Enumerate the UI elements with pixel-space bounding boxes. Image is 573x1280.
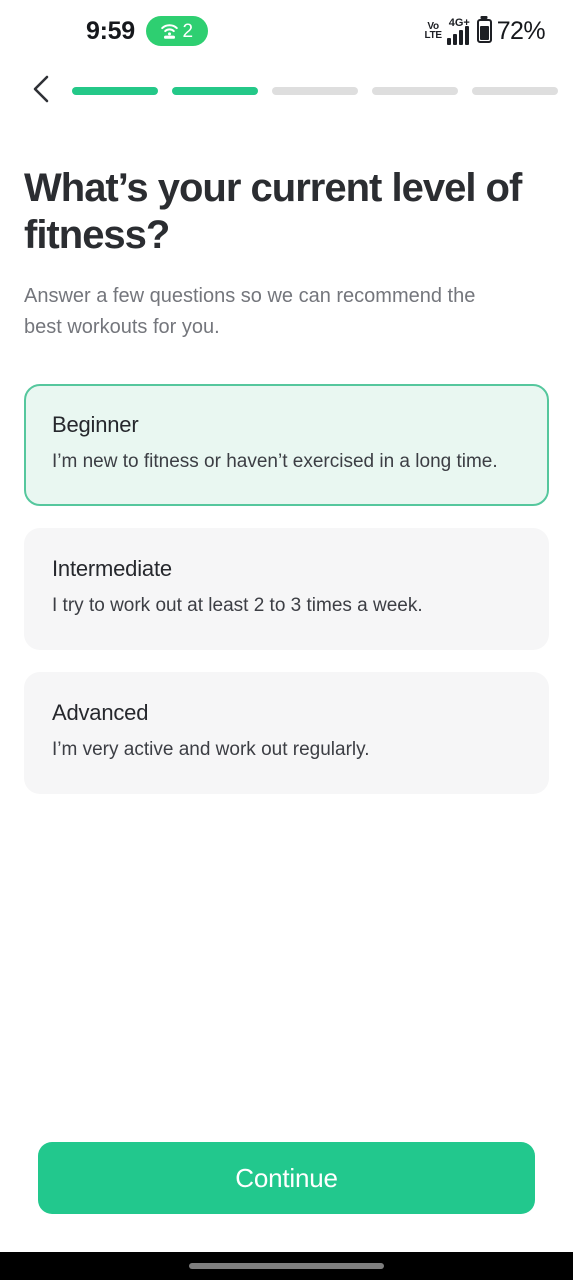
progress-segment-3 [272,87,358,95]
status-bar-left: 9:59 2 [86,16,208,46]
phone-screen: 9:59 2 Vo LTE 4G+ 72% What’s your curren… [0,0,573,1280]
hotspot-badge: 2 [145,16,208,46]
nav-row [0,62,573,120]
option-card-intermediate[interactable]: Intermediate I try to work out at least … [24,528,549,650]
back-button[interactable] [24,74,58,108]
option-description: I’m new to fitness or haven’t exercised … [52,451,498,473]
option-card-beginner[interactable]: Beginner I’m new to fitness or haven’t e… [24,384,549,507]
progress-segment-4 [372,87,458,95]
option-card-advanced[interactable]: Advanced I’m very active and work out re… [24,671,549,794]
option-description: I try to work out at least 2 to 3 times … [52,595,423,617]
hotspot-count: 2 [182,20,194,42]
footer: Continue [0,1142,573,1252]
option-title: Intermediate [52,556,172,582]
hotspot-icon [159,23,180,40]
chevron-left-icon [30,74,52,109]
system-gesture-bar [0,1252,573,1280]
status-time: 9:59 [86,16,135,45]
network-type-label: 4G+ [448,16,470,29]
progress-indicator [72,87,558,95]
gesture-handle[interactable] [189,1263,384,1269]
status-bar-right: Vo LTE 4G+ 72% [425,17,546,46]
progress-segment-1 [72,87,158,95]
option-title: Advanced [52,699,149,725]
volte-bottom-label: LTE [424,30,443,41]
option-title: Beginner [52,412,139,438]
fitness-level-options: Beginner I’m new to fitness or haven’t e… [24,384,549,794]
page-title: What’s your current level of fitness? [24,166,522,258]
option-description: I’m very active and work out regularly. [52,738,370,760]
battery-percent-label: 72% [496,16,546,45]
signal-strength-icon: 4G+ [446,16,470,45]
progress-segment-2 [172,87,258,95]
status-bar: 9:59 2 Vo LTE 4G+ 72% [0,0,573,62]
continue-button[interactable]: Continue [38,1142,535,1214]
volte-icon: Vo LTE [424,21,443,41]
page-subtitle: Answer a few questions so we can recomme… [24,285,476,338]
main-content: What’s your current level of fitness? An… [0,120,573,1142]
progress-segment-5 [472,87,558,95]
battery-icon [476,19,492,43]
